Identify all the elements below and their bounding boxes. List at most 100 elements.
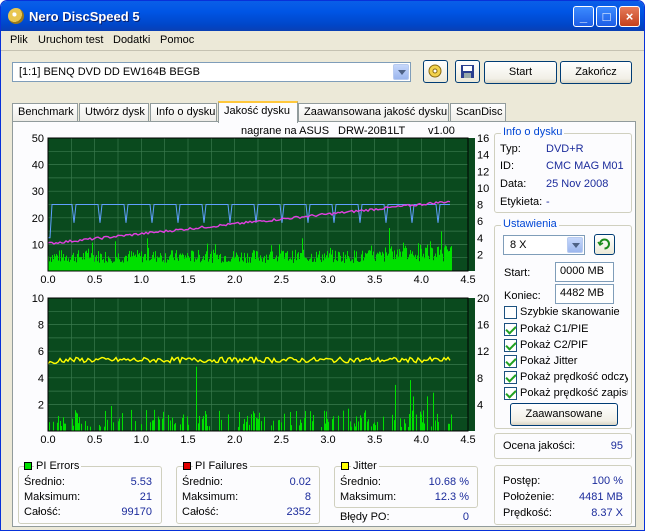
pif-bar <box>113 422 114 431</box>
pie-bar <box>88 248 89 271</box>
start-label: Start: <box>504 267 531 279</box>
save-button[interactable] <box>455 60 480 83</box>
advanced-button[interactable]: Zaawansowane <box>510 403 618 426</box>
show-jitter-checkbox[interactable] <box>504 355 517 368</box>
maximize-button[interactable]: □ <box>596 6 617 27</box>
y-right-tick-label: 4 <box>477 399 483 411</box>
pie-bar <box>234 258 235 271</box>
pie-bar <box>169 256 170 271</box>
pie-bar <box>95 256 96 271</box>
minimize-button[interactable]: _ <box>573 6 594 27</box>
pie-bar <box>179 254 180 271</box>
pif-bar <box>373 423 374 431</box>
quick-scan-checkbox[interactable] <box>504 306 517 319</box>
pie-bar <box>356 251 357 271</box>
tab-scandisc[interactable]: ScanDisc <box>450 103 506 122</box>
show-read-speed-label: Pokaż prędkość odczytu <box>520 371 628 383</box>
pif-bar <box>205 410 206 431</box>
pie-bar <box>319 250 320 271</box>
tab-advanced-quality[interactable]: Zaawansowana jakość dysku <box>298 103 449 122</box>
x-tick-label: 1.5 <box>180 434 195 446</box>
pie-bar <box>336 260 337 271</box>
pie-bar <box>51 261 52 271</box>
menu-pomoc[interactable]: Pomoc <box>160 34 194 46</box>
pie-bar <box>49 261 50 271</box>
close-button[interactable]: × <box>619 6 640 27</box>
quality-score-value: 95 <box>610 440 623 452</box>
pie-bar <box>216 254 217 271</box>
pie-bar <box>75 256 76 271</box>
pie-bar <box>178 260 179 271</box>
end-field[interactable]: 4482 MB <box>555 284 614 304</box>
pie-bar <box>147 238 148 271</box>
pif-bar <box>423 410 424 431</box>
pi-errors-total-label: Całość: <box>24 506 61 518</box>
exit-button[interactable]: Zakończ <box>560 61 632 84</box>
pie-bar <box>133 252 134 271</box>
pie-bar <box>229 261 230 271</box>
show-pie-checkbox[interactable] <box>504 323 517 336</box>
show-write-speed-checkbox[interactable] <box>504 387 517 400</box>
pie-bar <box>240 257 241 271</box>
drive-info-button[interactable] <box>423 60 448 83</box>
pie-bar <box>96 255 97 271</box>
show-read-speed-clip: Pokaż prędkość odczytu <box>520 371 628 383</box>
pie-bar <box>403 242 404 271</box>
pie-bar <box>326 255 327 271</box>
pif-bar <box>87 425 88 431</box>
tab-disc-info[interactable]: Info o dysku <box>150 103 217 122</box>
pif-bar <box>358 421 359 431</box>
menu-uruchom-test[interactable]: Uruchom test <box>38 34 103 46</box>
pif-bar <box>427 396 428 431</box>
pie-bar <box>227 261 228 271</box>
pi-failures-max-label: Maksimum: <box>182 491 239 503</box>
title-bar[interactable]: Nero DiscSpeed 5 _ □ × <box>1 1 644 31</box>
tab-create-disc[interactable]: Utwórz dysk <box>79 103 149 122</box>
pie-bar <box>273 258 274 271</box>
x-tick-label: 2.0 <box>227 274 242 286</box>
pie-bar <box>370 250 371 271</box>
speed-select[interactable]: 8 X <box>503 235 585 255</box>
show-pif-checkbox[interactable] <box>504 339 517 352</box>
menu-plik[interactable]: Plik <box>10 34 28 46</box>
pie-bar <box>61 250 62 271</box>
pie-bar <box>430 241 431 271</box>
pif-bar <box>296 411 297 431</box>
menu-dodatki[interactable]: Dodatki <box>113 34 150 46</box>
chevron-down-icon[interactable] <box>393 64 409 80</box>
show-read-speed-checkbox[interactable] <box>504 371 517 384</box>
pie-bar <box>265 262 266 271</box>
pie-bar <box>358 261 359 271</box>
settings-title: Ustawienia <box>501 218 559 230</box>
pie-bar <box>221 262 222 271</box>
tab-benchmark[interactable]: Benchmark <box>12 103 78 122</box>
pie-bar <box>436 256 437 271</box>
pie-bar <box>347 250 348 271</box>
pie-bar <box>262 261 263 271</box>
y-right-tick-label: 10 <box>477 183 489 195</box>
pif-bar <box>324 410 325 431</box>
pie-bar <box>94 261 95 271</box>
pif-bar <box>438 421 439 431</box>
pie-bar <box>294 258 295 271</box>
pie-bar <box>279 244 280 271</box>
pie-bar <box>353 262 354 271</box>
pie-bar <box>289 258 290 271</box>
pie-bar <box>109 258 110 271</box>
pie-bar <box>218 258 219 271</box>
pie-bar <box>107 262 108 271</box>
tab-disc-quality[interactable]: Jakość dysku <box>218 101 298 123</box>
pif-bar <box>162 418 163 431</box>
disc-type-label: Typ: <box>500 143 521 155</box>
speed-value: 8.37 X <box>591 507 623 519</box>
start-field[interactable]: 0000 MB <box>555 262 614 282</box>
drive-select[interactable]: [1:1] BENQ DVD DD EW164B BEGB <box>12 62 411 82</box>
start-button[interactable]: Start <box>484 61 557 84</box>
pif-bar <box>405 423 406 431</box>
pie-bar <box>298 252 299 271</box>
refresh-button[interactable] <box>594 234 615 255</box>
pie-bar <box>247 253 248 271</box>
pie-bar <box>174 260 175 271</box>
pie-bar <box>419 261 420 271</box>
chevron-down-icon[interactable] <box>567 237 583 253</box>
